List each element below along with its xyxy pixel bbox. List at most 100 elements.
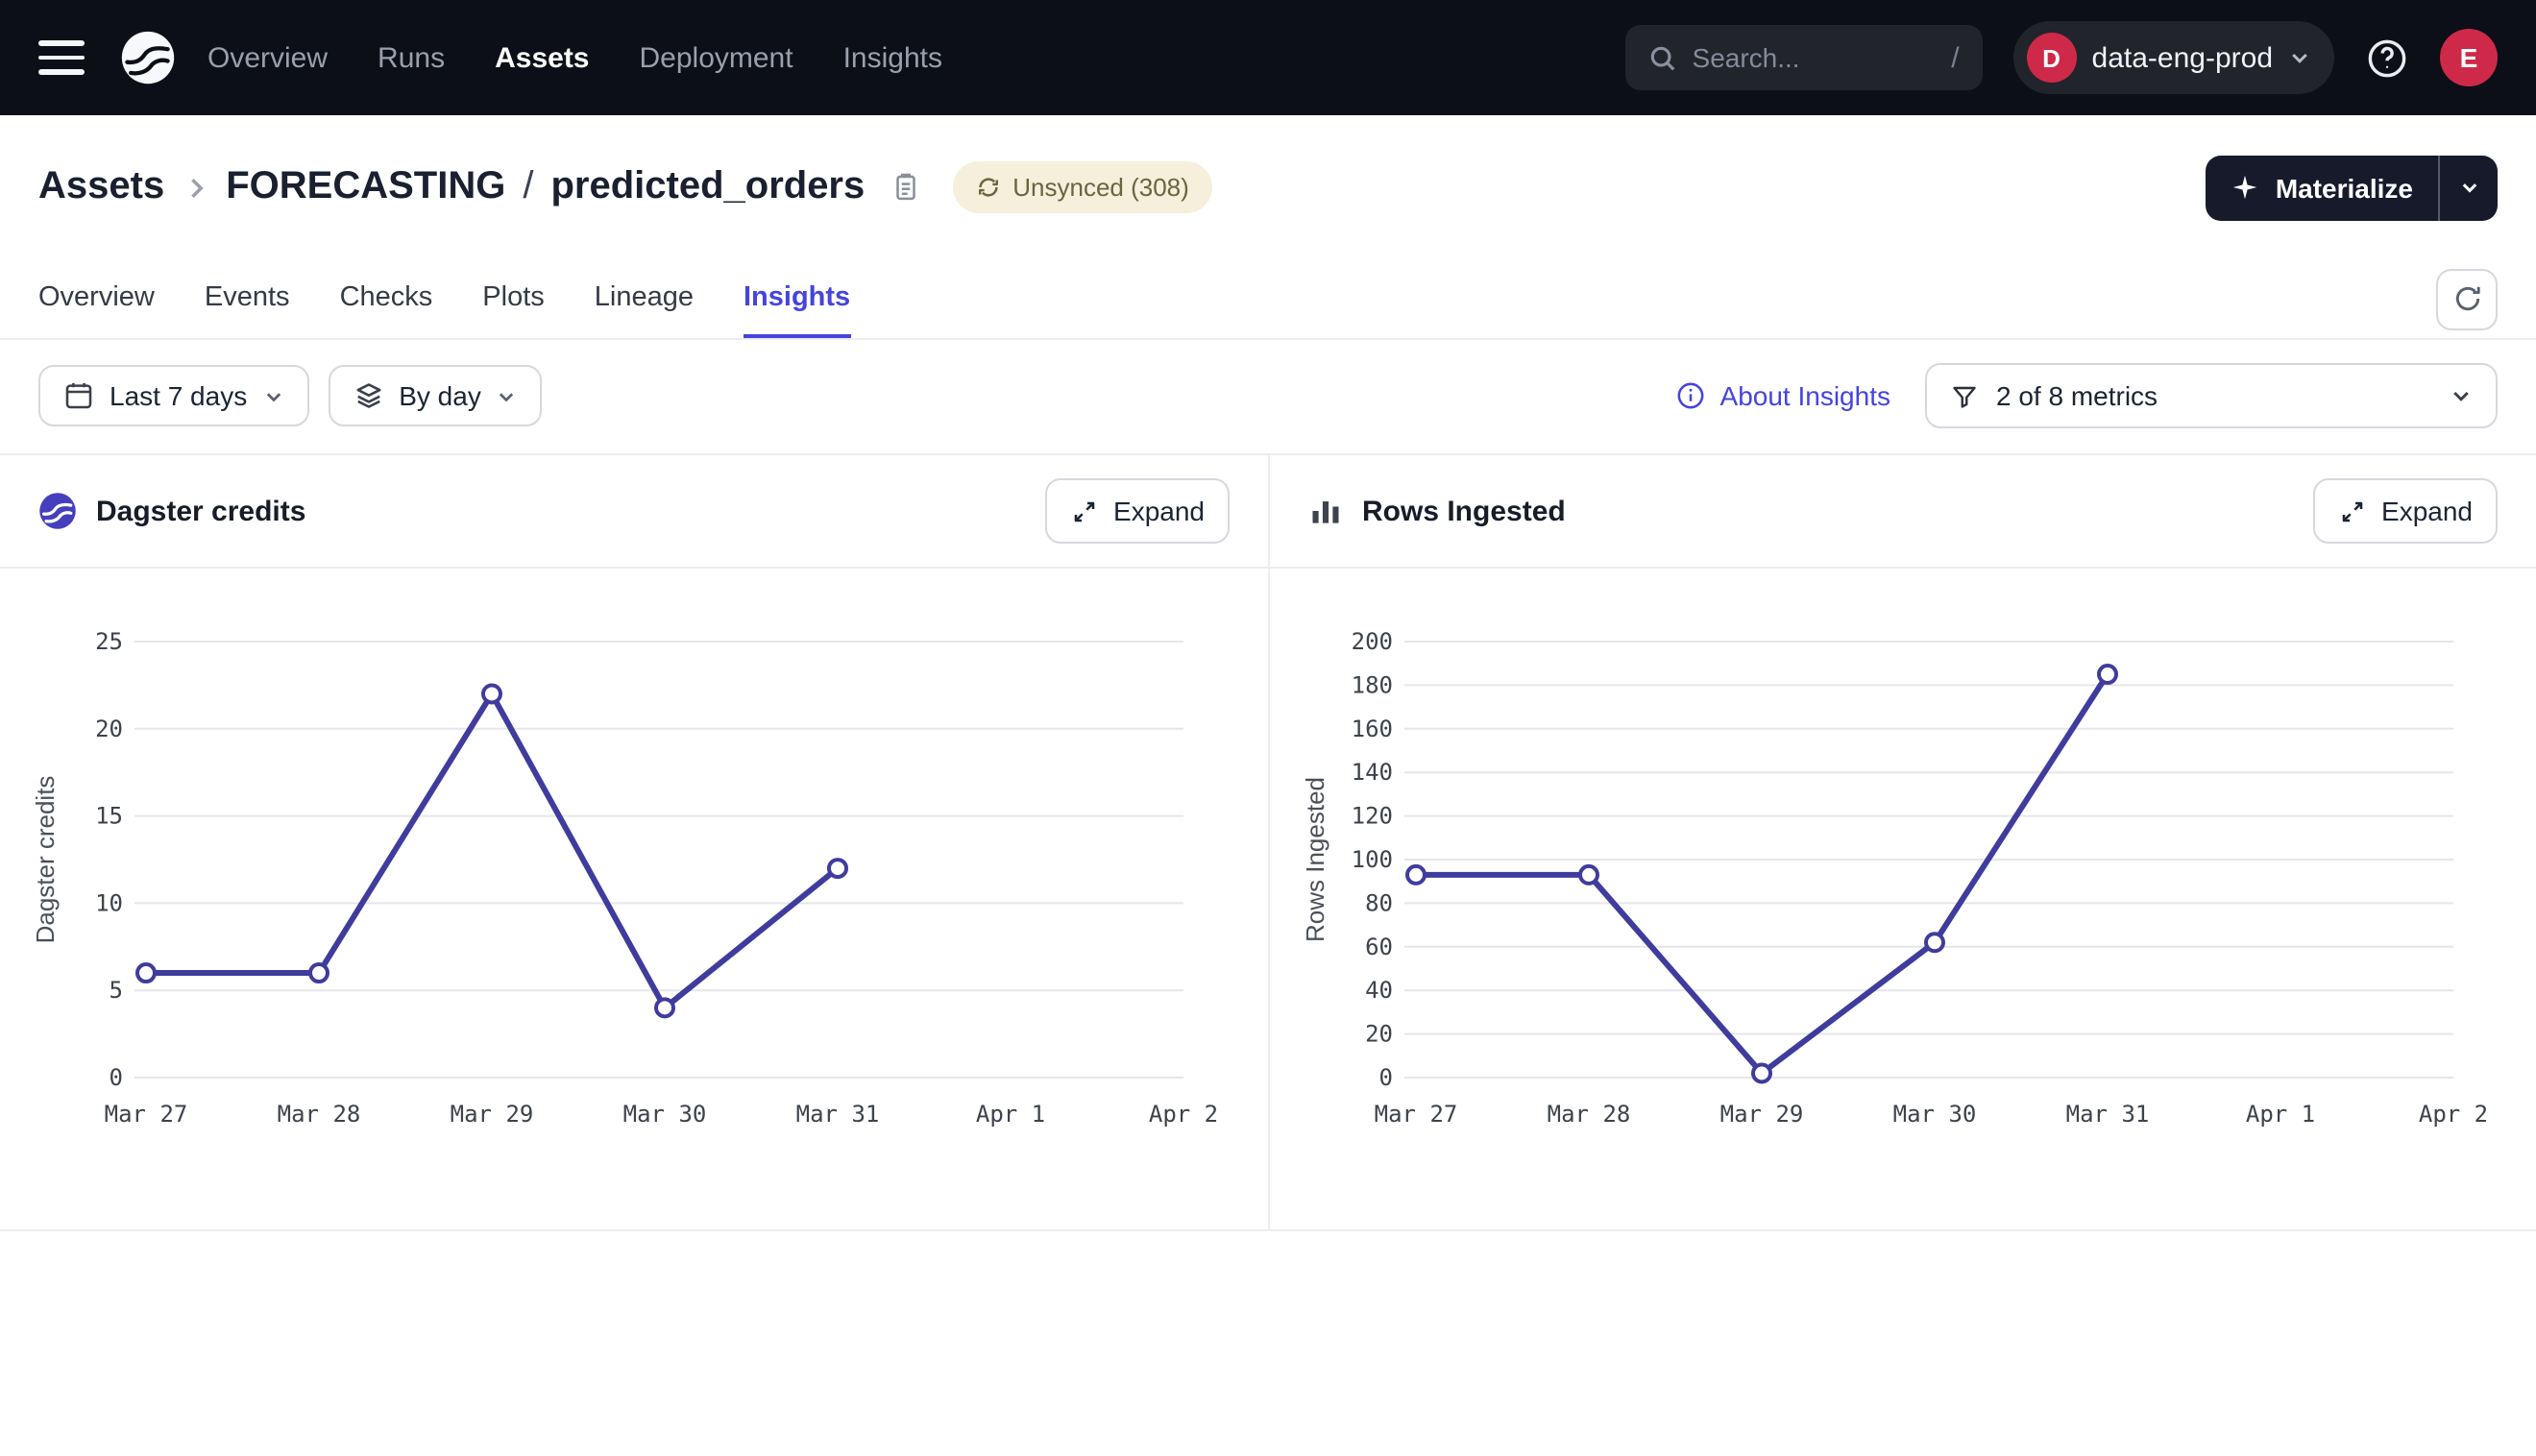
tab-plots[interactable]: Plots: [482, 259, 545, 338]
date-range-label: Last 7 days: [110, 380, 247, 411]
unsynced-status-badge[interactable]: Unsynced (308): [953, 161, 1212, 213]
dagster-credits-chart: 0510152025Mar 27Mar 28Mar 29Mar 30Mar 31…: [0, 569, 1268, 1229]
dagster-logo-icon: [38, 492, 77, 530]
svg-text:15: 15: [95, 803, 123, 830]
chevron-down-icon: [262, 385, 283, 406]
info-icon: [1676, 380, 1707, 411]
svg-text:Mar 28: Mar 28: [1548, 1101, 1631, 1128]
sync-icon: [976, 175, 1001, 200]
svg-text:25: 25: [95, 628, 123, 655]
svg-text:60: 60: [1365, 934, 1393, 960]
search-icon: [1648, 43, 1677, 72]
search-shortcut-hint: /: [1951, 41, 1959, 74]
org-switcher[interactable]: D data-eng-prod: [2013, 21, 2334, 94]
svg-text:Mar 30: Mar 30: [623, 1101, 707, 1128]
dagster-logo[interactable]: [119, 29, 177, 86]
chevron-down-icon: [2450, 384, 2473, 407]
svg-text:Apr 1: Apr 1: [2246, 1101, 2315, 1128]
search-input[interactable]: [1693, 42, 1937, 73]
chart-title: Rows Ingested: [1362, 495, 1566, 527]
granularity-label: By day: [399, 380, 481, 411]
svg-text:Mar 31: Mar 31: [2066, 1101, 2150, 1128]
breadcrumb: Assets FORECASTING / predicted_orders: [38, 165, 922, 209]
nav-item-deployment[interactable]: Deployment: [640, 41, 793, 74]
svg-text:140: 140: [1352, 759, 1393, 786]
nav-item-insights[interactable]: Insights: [843, 41, 942, 74]
expand-icon: [2337, 497, 2366, 525]
org-avatar: D: [2027, 33, 2077, 83]
top-nav: Overview Runs Assets Deployment Insights…: [0, 0, 2536, 115]
refresh-button[interactable]: [2436, 268, 2498, 329]
sparkle-icon: [2231, 173, 2260, 202]
app-root: Overview Runs Assets Deployment Insights…: [0, 0, 2536, 1456]
svg-text:Mar 27: Mar 27: [1375, 1101, 1458, 1128]
svg-text:Mar 27: Mar 27: [105, 1101, 188, 1128]
materialize-label: Materialize: [2276, 172, 2413, 203]
expand-icon: [1069, 497, 1098, 525]
materialize-button[interactable]: Materialize: [2207, 155, 2438, 220]
svg-text:5: 5: [110, 977, 123, 1004]
asset-tab-bar: Overview Events Checks Plots Lineage Ins…: [0, 259, 2536, 340]
chevron-down-icon: [2458, 177, 2479, 198]
date-range-dropdown[interactable]: Last 7 days: [38, 365, 308, 426]
tab-insights[interactable]: Insights: [744, 259, 850, 338]
svg-text:Apr 2: Apr 2: [1149, 1101, 1218, 1128]
bar-chart-icon: [1308, 494, 1343, 528]
panel-header: Dagster credits Expand: [0, 455, 1268, 569]
tab-events[interactable]: Events: [205, 259, 290, 338]
chevron-right-icon: [182, 174, 208, 201]
expand-button[interactable]: Expand: [2312, 478, 2498, 544]
search-box[interactable]: /: [1625, 25, 1983, 90]
svg-text:80: 80: [1365, 889, 1393, 916]
help-button[interactable]: [2365, 36, 2409, 80]
svg-text:40: 40: [1365, 977, 1393, 1004]
svg-text:Apr 1: Apr 1: [976, 1101, 1045, 1128]
svg-text:0: 0: [1379, 1064, 1393, 1091]
svg-text:Mar 30: Mar 30: [1893, 1101, 1977, 1128]
svg-text:200: 200: [1352, 628, 1393, 655]
materialize-dropdown-button[interactable]: [2440, 155, 2498, 220]
tab-overview[interactable]: Overview: [38, 259, 155, 338]
svg-text:20: 20: [1365, 1021, 1393, 1048]
metrics-filter-label: 2 of 8 metrics: [1996, 380, 2158, 411]
help-icon: [2365, 36, 2409, 80]
page-title: predicted_orders: [550, 165, 865, 209]
expand-label: Expand: [1113, 496, 1205, 526]
materialize-split-button: Materialize: [2207, 155, 2498, 220]
funnel-icon: [1950, 381, 1979, 410]
expand-button[interactable]: Expand: [1044, 478, 1230, 544]
svg-text:120: 120: [1352, 803, 1393, 830]
copy-asset-name-button[interactable]: [890, 171, 922, 204]
breadcrumb-assets-link[interactable]: Assets: [38, 165, 164, 209]
nav-item-runs[interactable]: Runs: [378, 41, 445, 74]
svg-text:160: 160: [1352, 716, 1393, 742]
layers-icon: [353, 380, 383, 411]
svg-text:180: 180: [1352, 671, 1393, 698]
panel-header: Rows Ingested Expand: [1270, 455, 2536, 569]
svg-text:Rows Ingested: Rows Ingested: [1301, 777, 1329, 942]
status-badge-label: Unsynced (308): [1012, 173, 1189, 202]
dagster-logo-icon: [119, 29, 177, 86]
breadcrumb-group-link[interactable]: FORECASTING: [226, 165, 505, 209]
svg-text:Mar 29: Mar 29: [451, 1101, 534, 1128]
svg-text:0: 0: [110, 1064, 123, 1091]
svg-text:Mar 29: Mar 29: [1720, 1101, 1804, 1128]
org-name: data-eng-prod: [2092, 41, 2273, 74]
rows-ingested-chart: 020406080100120140160180200Mar 27Mar 28M…: [1270, 569, 2536, 1229]
nav-item-overview[interactable]: Overview: [207, 41, 328, 74]
hamburger-menu-icon[interactable]: [38, 40, 85, 75]
nav-item-assets[interactable]: Assets: [495, 41, 589, 74]
clipboard-icon: [890, 171, 922, 204]
about-insights-label: About Insights: [1720, 380, 1890, 411]
tab-checks[interactable]: Checks: [340, 259, 433, 338]
granularity-dropdown[interactable]: By day: [328, 365, 543, 426]
dagster-credits-panel: Dagster credits Expand 0 5 10 15 20 25 Mar 27 M…: [0, 455, 1268, 1229]
breadcrumb-separator: /: [523, 165, 533, 209]
tab-lineage[interactable]: Lineage: [595, 259, 694, 338]
svg-text:10: 10: [95, 889, 123, 916]
insights-filter-bar: Last 7 days By day Ab: [0, 340, 2536, 453]
metrics-filter-select[interactable]: 2 of 8 metrics: [1925, 363, 2498, 428]
about-insights-link[interactable]: About Insights: [1676, 380, 1890, 411]
svg-text:20: 20: [95, 716, 123, 742]
user-avatar[interactable]: E: [2440, 29, 2498, 86]
